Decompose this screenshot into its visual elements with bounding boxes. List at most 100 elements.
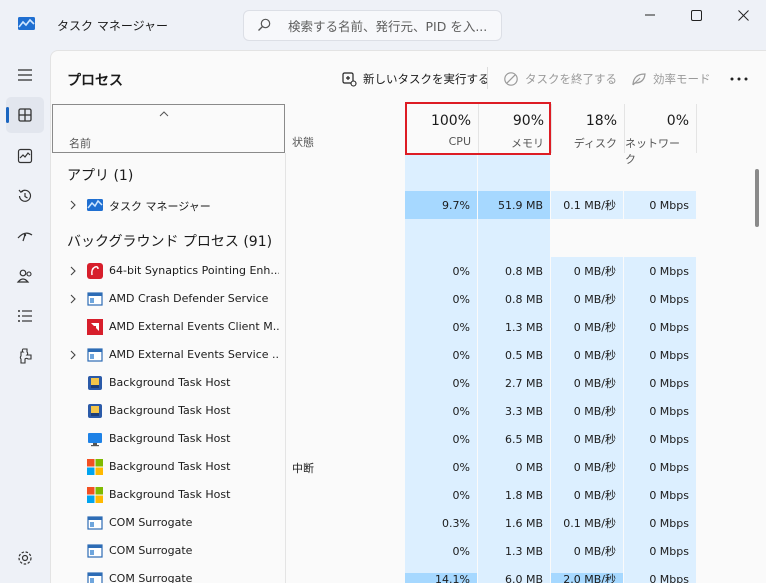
process-row[interactable]: Background Task Host 0% 2.7 MB 0 MB/秒 0 Mbps xyxy=(51,369,751,397)
nav-performance[interactable] xyxy=(6,138,44,174)
process-network: 0 Mbps xyxy=(649,404,689,418)
chevron-right-icon[interactable] xyxy=(69,350,77,360)
process-name: Background Task Host xyxy=(109,460,231,473)
nav-services[interactable] xyxy=(6,338,44,374)
process-row[interactable]: Background Task Host 0% 6.5 MB 0 MB/秒 0 Mbps xyxy=(51,425,751,453)
process-disk: 0 MB/秒 xyxy=(573,461,616,474)
process-memory: 0 MB xyxy=(515,460,543,474)
chevron-right-icon[interactable] xyxy=(69,266,77,276)
amd-icon xyxy=(87,319,103,335)
process-memory: 51.9 MB xyxy=(497,198,543,212)
performance-icon xyxy=(17,148,33,164)
scrollbar-thumb[interactable] xyxy=(755,169,759,227)
efficiency-mode-label: 効率モード xyxy=(653,72,711,86)
process-disk: 0.1 MB/秒 xyxy=(563,199,616,212)
new-task-button[interactable]: 新しいタスクを実行する xyxy=(341,68,490,90)
app-title: タスク マネージャー xyxy=(57,19,168,33)
windows-logo-icon xyxy=(87,459,103,475)
windows-logo-icon xyxy=(87,487,103,503)
nav-details[interactable] xyxy=(6,298,44,334)
process-disk: 0 MB/秒 xyxy=(573,377,616,390)
heat-cell xyxy=(478,219,550,257)
process-name: Background Task Host xyxy=(109,432,231,445)
service-window-icon xyxy=(87,291,103,307)
service-window-icon xyxy=(87,515,103,531)
process-name: COM Surrogate xyxy=(109,516,193,529)
nav-startup-apps[interactable] xyxy=(6,218,44,254)
more-options-button[interactable] xyxy=(724,69,754,89)
process-cpu: 0% xyxy=(452,376,470,390)
task-host-icon xyxy=(87,403,103,419)
column-header-status[interactable]: 状態 xyxy=(292,134,314,150)
process-row[interactable]: AMD Crash Defender Service 0% 0.8 MB 0 MB/秒… xyxy=(51,285,751,313)
process-cpu: 14.1% xyxy=(435,572,470,583)
process-network: 0 Mbps xyxy=(649,572,689,583)
process-row[interactable]: Background Task Host 中断 0% 0 MB 0 MB/秒 0 Mbps xyxy=(51,453,751,481)
process-name: COM Surrogate xyxy=(109,572,193,583)
maximize-button[interactable] xyxy=(673,0,719,30)
process-row[interactable]: COM Surrogate 14.1% 6.0 MB 2.0 MB/秒 0 Mbps xyxy=(51,565,751,583)
process-disk: 2.0 MB/秒 xyxy=(563,573,616,583)
chevron-right-icon[interactable] xyxy=(69,200,77,210)
process-memory: 1.6 MB xyxy=(504,516,543,530)
nav-processes[interactable] xyxy=(6,97,44,133)
process-network: 0 Mbps xyxy=(649,460,689,474)
new-task-label: 新しいタスクを実行する xyxy=(363,72,490,86)
app-history-icon xyxy=(18,189,32,202)
process-memory: 3.3 MB xyxy=(504,404,543,418)
toolbar-divider xyxy=(487,67,488,89)
more-icon xyxy=(730,77,748,81)
process-row[interactable]: タスク マネージャー 9.7% 51.9 MB 0.1 MB/秒 0 Mbps xyxy=(51,191,751,219)
process-name: タスク マネージャー xyxy=(109,200,211,213)
process-network: 0 Mbps xyxy=(649,488,689,502)
column-header-network[interactable]: 0% ネットワーク xyxy=(624,104,697,166)
efficiency-mode-button[interactable]: 効率モード xyxy=(631,68,711,90)
task-manager-icon xyxy=(87,197,103,213)
end-task-button[interactable]: タスクを終了する xyxy=(503,68,617,90)
group-header-apps: アプリ (1) xyxy=(67,168,134,184)
task-manager-icon xyxy=(18,17,35,30)
process-row[interactable]: COM Surrogate 0.3% 1.6 MB 0.1 MB/秒 0 Mbps xyxy=(51,509,751,537)
process-cpu: 9.7% xyxy=(442,198,470,212)
process-row[interactable]: 64-bit Synaptics Pointing Enh... 0% 0.8 MB… xyxy=(51,257,751,285)
process-name: AMD External Events Client M... xyxy=(109,320,279,333)
disk-total: 18% xyxy=(585,113,617,129)
process-name: AMD External Events Service ... xyxy=(109,348,279,361)
chevron-right-icon[interactable] xyxy=(69,294,77,304)
process-name: Background Task Host xyxy=(109,488,231,501)
process-name: AMD Crash Defender Service xyxy=(109,292,269,305)
process-row[interactable]: Background Task Host 0% 3.3 MB 0 MB/秒 0 Mbps xyxy=(51,397,751,425)
process-network: 0 Mbps xyxy=(649,320,689,334)
process-disk: 0.1 MB/秒 xyxy=(563,517,616,530)
heat-cell xyxy=(405,219,477,257)
leaf-icon xyxy=(632,73,646,86)
process-row[interactable]: AMD External Events Service ... 0% 0.5 MB 0… xyxy=(51,341,751,369)
minimize-button[interactable] xyxy=(627,0,673,30)
hamburger-menu-button[interactable] xyxy=(6,57,44,93)
nav-app-history[interactable] xyxy=(6,178,44,214)
process-network: 0 Mbps xyxy=(649,348,689,362)
nav-settings[interactable] xyxy=(6,540,44,576)
sort-ascending-icon xyxy=(159,111,169,117)
process-cpu: 0% xyxy=(452,404,470,418)
monitor-icon xyxy=(87,431,103,447)
process-disk: 0 MB/秒 xyxy=(573,489,616,502)
close-button[interactable] xyxy=(720,0,766,30)
maximize-icon xyxy=(690,9,702,21)
process-row[interactable]: COM Surrogate 0% 1.3 MB 0 MB/秒 0 Mbps xyxy=(51,537,751,565)
process-name: 64-bit Synaptics Pointing Enh... xyxy=(109,264,279,277)
process-row[interactable]: AMD External Events Client M... 0% 1.3 MB 0… xyxy=(51,313,751,341)
group-header-background: バックグラウンド プロセス (91) xyxy=(67,234,273,250)
search-box[interactable] xyxy=(243,10,502,41)
process-row[interactable]: Background Task Host 0% 1.8 MB 0 MB/秒 0 Mbps xyxy=(51,481,751,509)
process-network: 0 Mbps xyxy=(649,516,689,530)
process-network: 0 Mbps xyxy=(649,292,689,306)
highlight-annotation xyxy=(405,102,551,155)
column-header-name[interactable]: 名前 xyxy=(52,104,285,153)
nav-users[interactable] xyxy=(6,258,44,294)
column-header-disk[interactable]: 18% ディスク xyxy=(551,104,624,153)
search-input[interactable] xyxy=(288,17,493,35)
network-label: ネットワーク xyxy=(625,137,680,166)
disk-label: ディスク xyxy=(573,137,617,150)
end-task-icon xyxy=(504,72,518,86)
